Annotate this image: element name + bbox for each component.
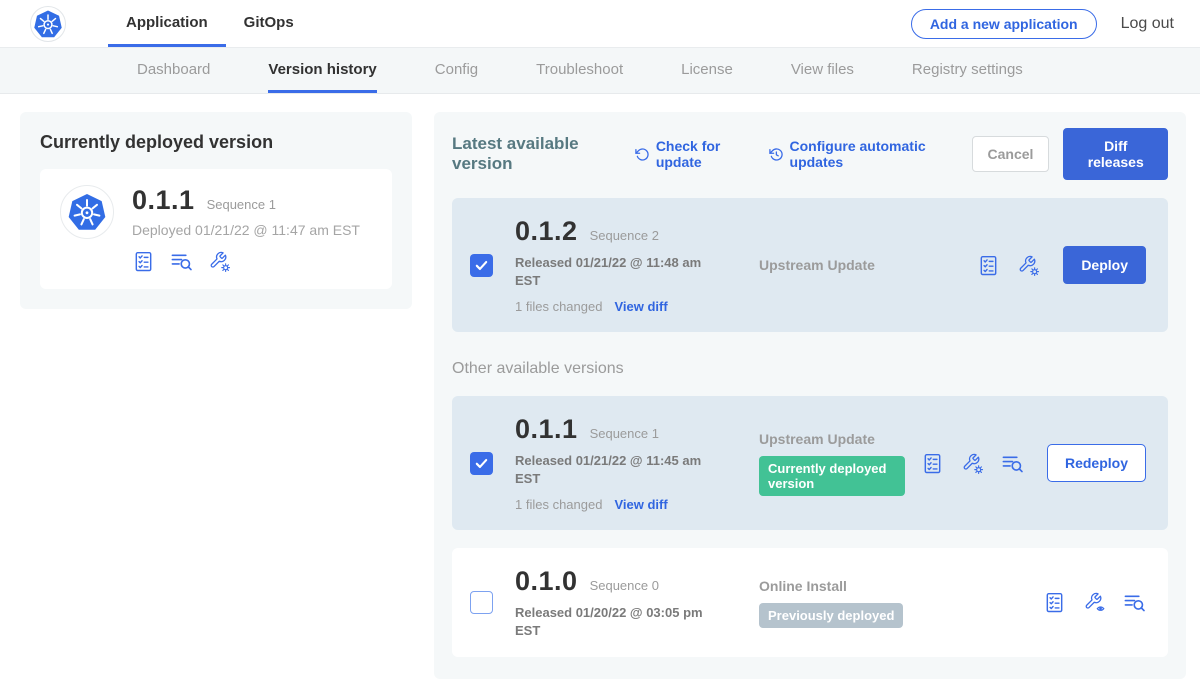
release-notes-icon[interactable] — [921, 452, 944, 475]
cancel-button[interactable]: Cancel — [972, 136, 1050, 172]
redeploy-button[interactable]: Redeploy — [1047, 444, 1146, 482]
logout-link[interactable]: Log out — [1121, 15, 1174, 33]
files-changed-label: 1 files changed — [515, 497, 602, 512]
view-files-icon[interactable] — [170, 250, 193, 273]
view-diff-link[interactable]: View diff — [614, 497, 667, 512]
release-notes-icon[interactable] — [1043, 591, 1066, 614]
deployed-version-number: 0.1.1 — [132, 185, 195, 216]
deploy-button[interactable]: Deploy — [1063, 246, 1146, 284]
tab-license[interactable]: License — [681, 48, 733, 93]
check-icon — [474, 456, 489, 471]
version-number: 0.1.0 — [515, 566, 578, 597]
version-card-0-1-0: 0.1.0 Sequence 0 Released 01/20/22 @ 03:… — [452, 548, 1168, 657]
app-subnav: Dashboard Version history Config Trouble… — [0, 48, 1200, 94]
version-checkbox[interactable] — [470, 254, 493, 277]
tab-troubleshoot-label: Troubleshoot — [536, 61, 623, 78]
add-application-button[interactable]: Add a new application — [911, 9, 1097, 39]
version-number: 0.1.2 — [515, 216, 578, 247]
kubernetes-logo-icon — [67, 192, 107, 232]
available-versions-panel: Latest available version Check for updat… — [434, 112, 1186, 679]
previously-deployed-badge: Previously deployed — [759, 603, 903, 628]
version-card-0-1-1: 0.1.1 Sequence 1 Released 01/21/22 @ 11:… — [452, 396, 1168, 530]
release-notes-icon[interactable] — [132, 250, 155, 273]
tab-version-history[interactable]: Version history — [268, 48, 376, 93]
top-navbar: Application GitOps Add a new application… — [0, 0, 1200, 48]
files-changed-label: 1 files changed — [515, 299, 602, 314]
currently-deployed-title: Currently deployed version — [40, 132, 392, 153]
release-notes-icon[interactable] — [977, 254, 1000, 277]
config-wrench-gear-icon[interactable] — [961, 452, 984, 475]
other-versions-heading: Other available versions — [452, 360, 1168, 378]
diff-releases-button[interactable]: Diff releases — [1063, 128, 1168, 180]
version-checkbox[interactable] — [470, 452, 493, 475]
version-source-label: Upstream Update — [759, 431, 905, 447]
check-for-update-link[interactable]: Check for update — [635, 138, 755, 170]
topnav-right: Add a new application Log out — [911, 0, 1174, 47]
currently-deployed-badge: Currently deployed version — [759, 456, 905, 496]
version-checkbox[interactable] — [470, 591, 493, 614]
refresh-icon — [635, 146, 650, 163]
check-for-update-label: Check for update — [656, 138, 755, 170]
tab-license-label: License — [681, 61, 733, 78]
released-timestamp: Released 01/20/22 @ 03:05 pm EST — [515, 604, 707, 639]
deployed-timestamp: Deployed 01/21/22 @ 11:47 am EST — [132, 222, 360, 238]
tab-registry-settings-label: Registry settings — [912, 61, 1023, 78]
configure-automatic-updates-link[interactable]: Configure automatic updates — [769, 138, 958, 170]
tab-view-files-label: View files — [791, 61, 854, 78]
topnav-tab-gitops[interactable]: GitOps — [226, 0, 312, 47]
released-timestamp: Released 01/21/22 @ 11:45 am EST — [515, 452, 707, 487]
tab-registry-settings[interactable]: Registry settings — [912, 48, 1023, 93]
view-files-icon[interactable] — [1001, 452, 1024, 475]
deployed-version-card: 0.1.1 Sequence 1 Deployed 01/21/22 @ 11:… — [40, 169, 392, 289]
sequence-label: Sequence 0 — [590, 578, 659, 593]
available-versions-header: Latest available version Check for updat… — [452, 128, 1168, 180]
check-icon — [474, 258, 489, 273]
sequence-label: Sequence 2 — [590, 228, 659, 243]
topnav-tab-application[interactable]: Application — [108, 0, 226, 47]
configure-automatic-updates-label: Configure automatic updates — [790, 138, 958, 170]
config-wrench-gear-icon[interactable] — [1017, 254, 1040, 277]
tab-version-history-label: Version history — [268, 61, 376, 78]
currently-deployed-panel: Currently deployed version 0.1.1 Sequenc… — [20, 112, 412, 309]
version-number: 0.1.1 — [515, 414, 578, 445]
sequence-label: Sequence 1 — [590, 426, 659, 441]
released-timestamp: Released 01/21/22 @ 11:48 am EST — [515, 254, 707, 289]
config-wrench-gear-icon[interactable] — [208, 250, 231, 273]
app-icon-circle — [60, 185, 114, 239]
topnav-tab-application-label: Application — [126, 14, 208, 31]
app-logo — [30, 6, 66, 42]
latest-available-title: Latest available version — [452, 134, 619, 174]
deployed-sequence-label: Sequence 1 — [207, 197, 276, 212]
tab-config[interactable]: Config — [435, 48, 478, 93]
tab-view-files[interactable]: View files — [791, 48, 854, 93]
topnav-tab-gitops-label: GitOps — [244, 14, 294, 31]
version-source-label: Upstream Update — [759, 257, 961, 273]
config-wrench-eye-icon[interactable] — [1083, 591, 1106, 614]
tab-dashboard-label: Dashboard — [137, 61, 210, 78]
kubernetes-logo-icon — [33, 9, 63, 39]
main-content: Currently deployed version 0.1.1 Sequenc… — [0, 94, 1200, 679]
view-files-icon[interactable] — [1123, 591, 1146, 614]
version-source-label: Online Install — [759, 578, 1027, 594]
clock-refresh-icon — [769, 146, 784, 163]
tab-troubleshoot[interactable]: Troubleshoot — [536, 48, 623, 93]
view-diff-link[interactable]: View diff — [614, 299, 667, 314]
version-card-0-1-2: 0.1.2 Sequence 2 Released 01/21/22 @ 11:… — [452, 198, 1168, 332]
tab-dashboard[interactable]: Dashboard — [137, 48, 210, 93]
tab-config-label: Config — [435, 61, 478, 78]
